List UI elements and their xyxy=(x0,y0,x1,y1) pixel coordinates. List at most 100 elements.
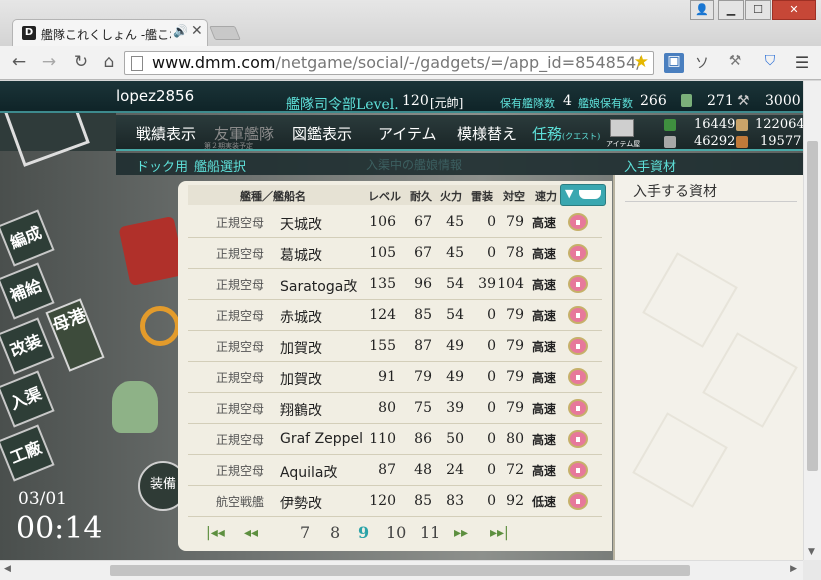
materials-label: 入手資材 xyxy=(624,160,677,175)
table-row[interactable]: 正規空母 葛城改 105 67 45 0 78 高速 xyxy=(188,238,602,269)
ship-level: 110 xyxy=(369,431,396,447)
hex-deco xyxy=(702,332,798,428)
ship-level: 124 xyxy=(369,307,396,323)
page-9-current[interactable]: 9 xyxy=(358,523,369,542)
scroll-down-arrow-icon[interactable]: ▼ xyxy=(808,547,815,557)
ship-level: 87 xyxy=(378,462,396,478)
page-11[interactable]: 11 xyxy=(420,523,440,542)
menu-library[interactable]: 図鑑表示 xyxy=(292,123,352,144)
horizontal-scrollbar[interactable]: ◀ ▶ xyxy=(0,560,803,580)
tab-close-icon[interactable]: ✕ xyxy=(191,23,203,39)
ship-level: 91 xyxy=(378,369,396,385)
sort-button[interactable]: ▼ xyxy=(560,184,606,206)
menu-quest[interactable]: 任務(クエスト) xyxy=(532,123,600,144)
ship-firepower: 49 xyxy=(446,369,464,385)
hq-level-value: 120 xyxy=(402,93,429,109)
new-tab-button[interactable] xyxy=(209,26,241,40)
browser-menu-icon[interactable]: ☰ xyxy=(792,53,812,73)
lock-icon[interactable] xyxy=(568,213,588,231)
page-10[interactable]: 10 xyxy=(386,523,406,542)
table-row[interactable]: 正規空母 翔鶴改 80 75 39 0 79 高速 xyxy=(188,393,602,424)
hex-deco xyxy=(642,252,738,348)
ship-type: 正規空母 xyxy=(216,371,265,385)
wrench-extension-icon[interactable]: ⚒ xyxy=(725,53,745,73)
table-row[interactable]: 正規空母 天城改 106 67 45 0 79 高速 xyxy=(188,207,602,238)
scroll-left-arrow-icon[interactable]: ◀ xyxy=(4,564,11,574)
profile-icon[interactable]: 👤 xyxy=(690,0,714,20)
table-row[interactable]: 航空戦艦 伊勢改 120 85 83 0 92 低速 xyxy=(188,486,602,517)
forward-arrow-icon[interactable]: → xyxy=(38,52,60,72)
lock-icon[interactable] xyxy=(568,461,588,479)
window-close-button[interactable]: ✕ xyxy=(772,0,816,20)
bookmark-star-icon[interactable]: ★ xyxy=(634,52,649,72)
address-bar[interactable]: www.dmm.com/netgame/social/-/gadgets/=/a… xyxy=(124,51,654,75)
table-row[interactable]: 正規空母 Aquila改 87 48 24 0 72 高速 xyxy=(188,455,602,486)
ship-speed: 高速 xyxy=(532,216,557,230)
lock-icon[interactable] xyxy=(568,275,588,293)
fleet-count-value: 4 xyxy=(563,93,572,109)
ship-hp: 75 xyxy=(414,400,432,416)
gear-icon xyxy=(140,306,180,346)
prev-page-icon[interactable]: ◂◂ xyxy=(244,525,258,541)
lock-icon[interactable] xyxy=(568,306,588,324)
menu-decoration[interactable]: 模様替え xyxy=(457,123,517,144)
browser-tab[interactable]: D 艦隊これくしょん -艦これ 🔊 ✕ xyxy=(12,19,208,46)
page-8[interactable]: 8 xyxy=(330,523,340,542)
ammo-value: 122064 xyxy=(755,117,803,132)
table-row[interactable]: 正規空母 赤城改 124 85 54 0 79 高速 xyxy=(188,300,602,331)
menu-items[interactable]: アイテム xyxy=(378,123,437,144)
url-text[interactable]: www.dmm.com/netgame/social/-/gadgets/=/a… xyxy=(152,53,642,72)
shield-extension-icon[interactable]: ⛉ xyxy=(760,53,780,73)
next-page-icon[interactable]: ▸▸ xyxy=(454,525,468,541)
lock-icon[interactable] xyxy=(568,337,588,355)
ship-name: 加賀改 xyxy=(280,372,322,388)
lock-icon[interactable] xyxy=(568,244,588,262)
vertical-scroll-thumb[interactable] xyxy=(807,141,818,471)
ship-name: 葛城改 xyxy=(280,248,322,264)
table-row[interactable]: 正規空母 加賀改 155 87 49 0 79 高速 xyxy=(188,331,602,362)
speaker-icon[interactable]: 🔊 xyxy=(173,24,188,38)
materials-panel: 入手する資材 xyxy=(613,175,803,560)
lock-icon[interactable] xyxy=(568,492,588,510)
browser-titlebar: D 艦隊これくしょん -艦これ 🔊 ✕ 👤 ▁ ☐ ✕ xyxy=(0,0,821,46)
lock-icon[interactable] xyxy=(568,399,588,417)
last-page-icon[interactable]: ▸▸| xyxy=(490,525,509,541)
ship-type: 正規空母 xyxy=(216,247,265,261)
table-row[interactable]: 正規空母 Saratoga改 135 96 54 39 104 高速 xyxy=(188,269,602,300)
table-row[interactable]: 正規空母 Graf Zeppel 110 86 50 0 80 高速 xyxy=(188,424,602,455)
scrollbar-corner xyxy=(803,560,821,580)
screenshot-extension-icon[interactable]: ▣ xyxy=(664,53,684,73)
maximize-button[interactable]: ☐ xyxy=(745,0,771,20)
first-page-icon[interactable]: |◂◂ xyxy=(206,525,225,541)
ship-aa: 92 xyxy=(506,493,524,509)
header-speed: 速力 xyxy=(535,190,557,203)
scroll-right-arrow-icon[interactable]: ▶ xyxy=(790,564,797,574)
table-row[interactable]: 正規空母 加賀改 91 79 49 0 79 高速 xyxy=(188,362,602,393)
minimize-button[interactable]: ▁ xyxy=(718,0,744,20)
horizontal-scroll-thumb[interactable] xyxy=(110,565,690,576)
ship-aa: 72 xyxy=(506,462,524,478)
game-topbar: lopez2856 艦隊司令部Level. 120 [元帥] 保有艦隊数 4 艦… xyxy=(0,81,803,113)
ship-name: 翔鶴改 xyxy=(280,403,322,419)
page-7[interactable]: 7 xyxy=(300,523,310,542)
ship-firepower: 24 xyxy=(446,462,464,478)
header-firepower: 火力 xyxy=(440,190,462,203)
ship-level: 135 xyxy=(369,276,396,292)
ammo-icon xyxy=(736,119,748,131)
home-icon[interactable]: ⌂ xyxy=(98,52,120,72)
back-arrow-icon[interactable]: ← xyxy=(8,52,30,72)
dev-material-icon: ⚒ xyxy=(737,93,750,109)
item-store-icon[interactable] xyxy=(610,119,634,137)
dock-crane-art xyxy=(118,215,186,287)
dock-label: ドック用 xyxy=(136,160,189,175)
lock-icon[interactable] xyxy=(568,430,588,448)
lock-icon[interactable] xyxy=(568,368,588,386)
menu-record[interactable]: 戦績表示 xyxy=(136,123,196,144)
divider xyxy=(625,201,797,202)
ship-name: 赤城改 xyxy=(280,310,322,326)
vertical-scrollbar[interactable]: ▼ xyxy=(803,81,821,560)
so-extension-icon[interactable]: ソ xyxy=(692,53,712,73)
reload-icon[interactable]: ↻ xyxy=(70,52,92,72)
ship-firepower: 45 xyxy=(446,245,464,261)
ship-hp: 96 xyxy=(414,276,432,292)
